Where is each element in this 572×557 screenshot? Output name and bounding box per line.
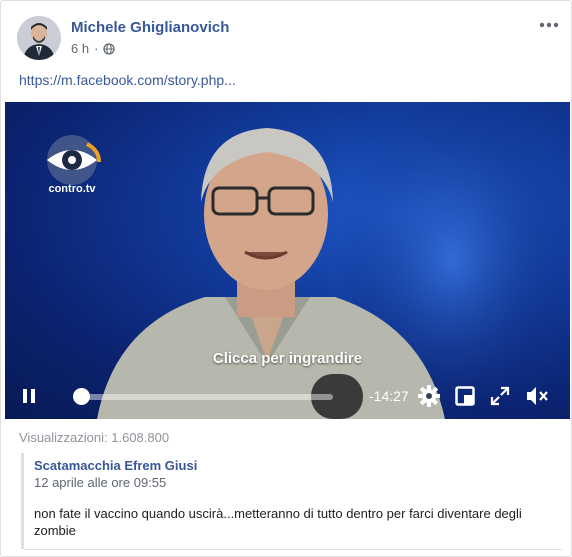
comment-block: Scatamacchia Efrem Giusi 12 aprile alle … (21, 453, 562, 550)
comment-divider (24, 549, 562, 550)
gear-glyph (418, 385, 440, 407)
speaker-muted-glyph (527, 387, 548, 405)
comment-author[interactable]: Scatamacchia Efrem Giusi (34, 458, 197, 473)
progress-knob[interactable] (72, 388, 90, 405)
author-avatar[interactable] (17, 16, 61, 60)
video-controls: -14:27 (5, 380, 570, 412)
settings-icon[interactable] (418, 385, 440, 412)
progress-bar[interactable] (81, 394, 333, 400)
comment-date[interactable]: 12 aprile alle ore 09:55 (34, 475, 166, 490)
time-remaining: -14:27 (369, 388, 409, 404)
more-options-icon[interactable] (539, 15, 559, 33)
post-card: Michele Ghiglianovich 6 h · https://m.fa… (0, 0, 572, 557)
meta-separator: · (94, 41, 99, 56)
pause-icon[interactable] (21, 387, 37, 410)
logo-text: contro.tv (48, 183, 96, 195)
view-count: Visualizzazioni: 1.608.800 (19, 430, 170, 445)
post-meta: 6 h · (71, 41, 116, 56)
avatar-image (17, 16, 61, 60)
picture-in-picture-icon[interactable] (455, 386, 475, 411)
fullscreen-glyph (490, 386, 510, 406)
mute-icon[interactable] (525, 385, 549, 412)
contro-tv-logo: contro.tv (39, 132, 105, 198)
pip-glyph (455, 386, 475, 406)
dots-glyph (539, 22, 559, 28)
logo-eye-icon: contro.tv (47, 135, 101, 195)
fullscreen-icon[interactable] (490, 386, 510, 411)
comment-text: non fate il vaccino quando uscirà...mett… (34, 506, 522, 538)
story-link[interactable]: https://m.facebook.com/story.php... (19, 72, 236, 88)
globe-icon[interactable] (103, 42, 116, 55)
post-time[interactable]: 6 h (71, 41, 89, 56)
video-player[interactable]: contro.tv Clicca per ingrandire -14:27 (5, 102, 570, 419)
author-name[interactable]: Michele Ghiglianovich (71, 19, 229, 36)
pause-glyph (23, 389, 35, 403)
enlarge-overlay-text[interactable]: Clicca per ingrandire (5, 350, 570, 367)
